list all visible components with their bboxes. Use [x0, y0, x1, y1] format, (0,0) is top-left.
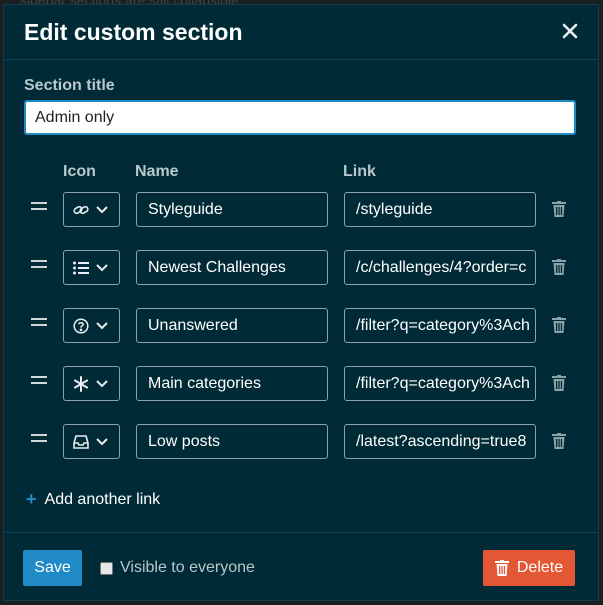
visible-to-everyone-toggle[interactable]: Visible to everyone: [100, 559, 255, 577]
link-url-input[interactable]: /latest?ascending=true8: [344, 424, 536, 459]
add-link-button[interactable]: + Add another link: [26, 489, 160, 510]
section-title-input[interactable]: Admin only: [24, 100, 576, 135]
delete-button[interactable]: Delete: [483, 550, 575, 586]
icon-select[interactable]: [63, 424, 120, 459]
link-row: Styleguide /styleguide: [4, 192, 598, 228]
drag-handle[interactable]: [31, 260, 47, 276]
link-column-header: Link: [343, 163, 376, 180]
inbox-icon: [72, 433, 90, 451]
link-url-input[interactable]: /filter?q=category%3Ach: [344, 308, 536, 343]
modal-title: Edit custom section: [24, 19, 243, 45]
trash-icon[interactable]: [552, 259, 568, 277]
link-row: Unanswered /filter?q=category%3Ach: [4, 308, 598, 344]
name-column-header: Name: [135, 163, 179, 180]
visible-label: Visible to everyone: [120, 559, 255, 576]
trash-icon[interactable]: [552, 317, 568, 335]
link-name-input[interactable]: Main categories: [136, 366, 328, 401]
icon-select[interactable]: [63, 192, 120, 227]
icon-select[interactable]: [63, 366, 120, 401]
section-title-label: Section title: [24, 77, 115, 94]
link-name-input[interactable]: Styleguide: [136, 192, 328, 227]
visible-checkbox[interactable]: [100, 561, 113, 575]
add-link-label: Add another link: [44, 490, 161, 508]
trash-icon[interactable]: [552, 375, 568, 393]
modal-header: Edit custom section: [4, 5, 598, 60]
delete-label: Delete: [516, 559, 564, 576]
plus-icon: +: [26, 489, 37, 509]
drag-handle[interactable]: [31, 434, 47, 450]
drag-handle[interactable]: [31, 202, 47, 218]
icon-select[interactable]: [63, 308, 120, 343]
icon-column-header: Icon: [63, 163, 96, 180]
link-row: Main categories /filter?q=category%3Ach: [4, 366, 598, 402]
link-name-input[interactable]: Low posts: [136, 424, 328, 459]
drag-handle[interactable]: [31, 318, 47, 334]
chevron-down-icon: [96, 435, 110, 449]
link-url-input[interactable]: /filter?q=category%3Ach: [344, 366, 536, 401]
save-button[interactable]: Save: [23, 550, 82, 586]
link-icon: [72, 201, 90, 219]
question-circle-icon: [72, 317, 90, 335]
list-icon: [72, 259, 90, 277]
link-url-input[interactable]: /c/challenges/4?order=c: [344, 250, 536, 285]
link-url-input[interactable]: /styleguide: [344, 192, 536, 227]
link-name-input[interactable]: Newest Challenges: [136, 250, 328, 285]
trash-icon[interactable]: [552, 201, 568, 219]
asterisk-icon: [72, 375, 90, 393]
link-name-input[interactable]: Unanswered: [136, 308, 328, 343]
chevron-down-icon: [96, 319, 110, 333]
close-button[interactable]: [556, 17, 584, 45]
link-row: Low posts /latest?ascending=true8: [4, 424, 598, 460]
edit-section-modal: Edit custom section Section title Admin …: [3, 4, 599, 601]
chevron-down-icon: [96, 203, 110, 217]
chevron-down-icon: [96, 377, 110, 391]
modal-footer: Save Visible to everyone Delete: [4, 532, 598, 602]
drag-handle[interactable]: [31, 376, 47, 392]
link-row: Newest Challenges /c/challenges/4?order=…: [4, 250, 598, 286]
trash-icon[interactable]: [552, 433, 568, 451]
close-icon: [562, 23, 578, 39]
trash-icon: [494, 560, 509, 576]
icon-select[interactable]: [63, 250, 120, 285]
chevron-down-icon: [96, 261, 110, 275]
